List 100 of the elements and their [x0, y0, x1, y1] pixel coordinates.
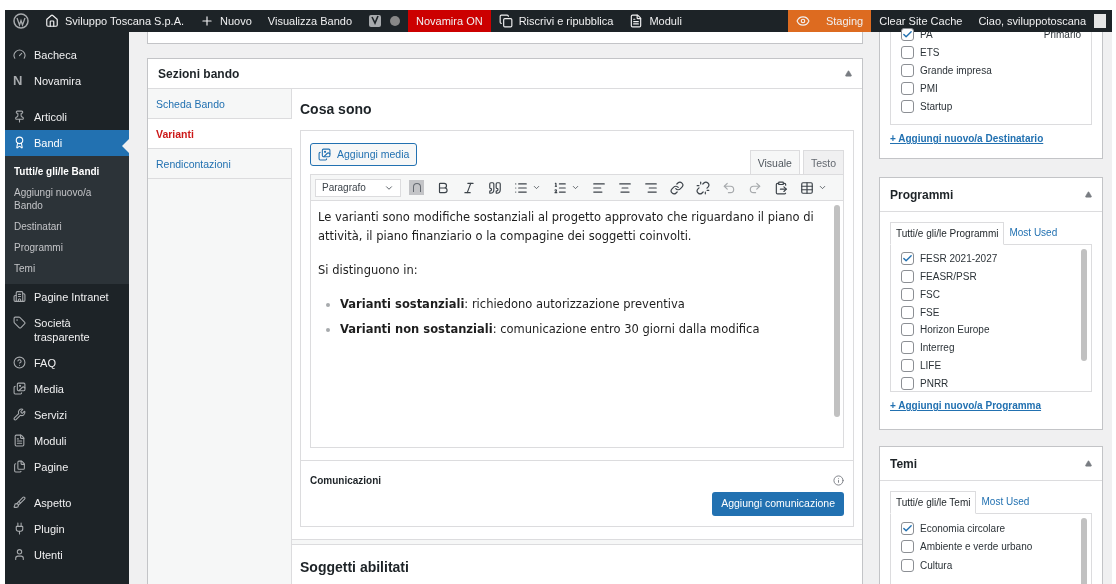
unlink-icon[interactable] — [696, 180, 710, 195]
collapse-icon[interactable] — [1085, 191, 1092, 198]
checkbox-label: Grande impresa — [920, 64, 992, 78]
add-communication-button[interactable]: Aggiungi comunicazione — [712, 492, 844, 516]
editor-mode-tab[interactable]: Testo — [802, 150, 844, 174]
status-badge[interactable]: Novamira ON — [408, 10, 491, 32]
sidebar-item[interactable]: Articoli — [5, 104, 129, 130]
yoast-logo-icon[interactable] — [368, 14, 383, 28]
toolbar-link[interactable]: Sviluppo Toscana S.p.A. — [37, 10, 193, 32]
checkbox[interactable] — [901, 269, 914, 283]
link-icon[interactable] — [670, 180, 684, 195]
caret-icon[interactable] — [532, 183, 541, 192]
checkbox-label: Economia circolare — [920, 521, 1006, 536]
section-tab[interactable]: Rendicontazioni — [148, 149, 291, 179]
section-heading: Cosa sono — [300, 100, 373, 119]
plug-icon — [13, 522, 26, 535]
submenu-item[interactable]: Tutti/e gli/le Bandi — [5, 161, 129, 182]
sidebar-item[interactable]: Moduli — [5, 428, 129, 454]
sidebar-item[interactable]: Servizi — [5, 402, 129, 428]
award-icon — [13, 136, 26, 149]
undo-icon[interactable] — [722, 180, 736, 195]
wordpress-logo-icon[interactable] — [13, 13, 29, 29]
bullet-list-icon[interactable] — [514, 180, 528, 195]
submenu-item[interactable]: Programmi — [5, 237, 129, 258]
checkbox[interactable] — [901, 558, 914, 572]
taxonomy-tab[interactable]: Tutti/e gli/le Programmi — [890, 222, 1005, 245]
sidebar-item[interactable]: Bandi — [5, 130, 129, 156]
italic-icon[interactable] — [462, 180, 476, 195]
checkbox[interactable] — [901, 252, 914, 266]
checkbox-label: LIFE — [920, 359, 942, 374]
toolbar-link[interactable]: Riscrivi e ripubblica — [490, 10, 622, 32]
numbered-list-icon[interactable] — [553, 180, 567, 195]
toolbar-link[interactable]: Nuovo — [192, 10, 260, 32]
caret-icon[interactable] — [571, 183, 580, 192]
toolbar-link[interactable]: Visualizza Bando — [259, 10, 361, 32]
caret-icon[interactable] — [818, 183, 827, 192]
tag-icon — [13, 316, 26, 329]
taxonomy-tab[interactable]: Most Used — [976, 491, 1035, 513]
checkbox-label: ETS — [920, 46, 940, 60]
panel-title: Programmi — [890, 186, 954, 204]
sidebar-item[interactable]: Società trasparente — [5, 310, 129, 350]
copy-icon — [498, 14, 513, 28]
checkbox[interactable] — [901, 540, 914, 553]
sidebar-item[interactable]: Media — [5, 376, 129, 402]
align-center-icon[interactable] — [618, 180, 632, 195]
help-icon — [13, 356, 26, 369]
toolbar-link[interactable]: Moduli — [621, 10, 690, 32]
quote-icon[interactable] — [488, 180, 502, 195]
collapse-icon[interactable] — [845, 70, 852, 77]
checkbox[interactable] — [901, 359, 914, 373]
checkbox[interactable] — [901, 305, 914, 319]
info-icon[interactable] — [833, 475, 844, 486]
collapse-icon[interactable] — [1085, 460, 1092, 467]
checkbox-label: PMI — [920, 82, 938, 96]
add-media-button[interactable]: Aggiungi media — [310, 143, 418, 166]
list-item: Varianti non sostanziali: comunicazione entro 30 giorni dalla modifica — [340, 321, 760, 338]
scrollbar-drawing[interactable] — [834, 205, 840, 417]
add-link[interactable]: + Aggiungi nuovo/a Programma — [890, 398, 1092, 413]
submenu-item[interactable]: Destinatari — [5, 216, 129, 237]
checkbox[interactable] — [901, 28, 914, 41]
checkbox[interactable] — [901, 82, 914, 95]
submenu-item[interactable]: Temi — [5, 258, 129, 279]
sidebar-item[interactable]: Bacheca — [5, 42, 129, 68]
sidebar-item[interactable]: N Novamira — [5, 68, 129, 94]
checkbox-label: PNRR — [920, 376, 949, 391]
align-left-icon[interactable] — [592, 180, 606, 195]
checkbox-label: Horizon Europe — [920, 323, 990, 338]
sidebar-item[interactable]: FAQ — [5, 350, 129, 376]
add-link[interactable]: + Aggiungi nuovo/a Destinatario — [890, 131, 1092, 146]
format-select[interactable]: Paragrafo — [315, 178, 401, 197]
eye-icon — [795, 14, 810, 28]
checkbox[interactable] — [901, 46, 914, 59]
text-color-icon[interactable] — [409, 180, 424, 195]
checkbox-label: Ambiente e verde urbano — [920, 540, 1033, 554]
checkbox[interactable] — [901, 376, 914, 390]
paste-icon[interactable] — [774, 180, 788, 195]
checkbox[interactable] — [901, 341, 914, 355]
checkbox[interactable] — [901, 521, 914, 535]
sidebar-item[interactable]: Utenti — [5, 542, 129, 568]
redo-icon[interactable] — [748, 180, 762, 195]
submenu-item[interactable]: Aggiungi nuovo/a Bando — [5, 182, 129, 216]
sidebar-item[interactable]: Pagine Intranet — [5, 284, 129, 310]
taxonomy-tab[interactable]: Tutti/e gli/le Temi — [890, 491, 977, 514]
taxonomy-tab[interactable]: Most Used — [1004, 222, 1063, 244]
checkbox[interactable] — [901, 64, 914, 77]
checkbox[interactable] — [901, 287, 914, 301]
home-icon — [45, 14, 59, 28]
align-right-icon[interactable] — [644, 180, 658, 195]
sidebar-item[interactable]: Pagine — [5, 454, 129, 480]
checkbox[interactable] — [901, 100, 914, 113]
scrollbar-drawing[interactable] — [1081, 249, 1087, 361]
table-icon[interactable] — [800, 180, 814, 195]
bold-icon[interactable] — [436, 180, 450, 195]
checkbox-label: FESR 2021-2027 — [920, 252, 998, 267]
bullet-icon — [326, 302, 330, 307]
editor-mode-tab[interactable]: Visuale — [749, 150, 800, 174]
checkbox[interactable] — [901, 323, 914, 337]
section-tab[interactable]: Varianti — [148, 119, 292, 149]
sidebar-item[interactable]: Plugin — [5, 516, 129, 542]
sidebar-item[interactable]: Aspetto — [5, 490, 129, 516]
